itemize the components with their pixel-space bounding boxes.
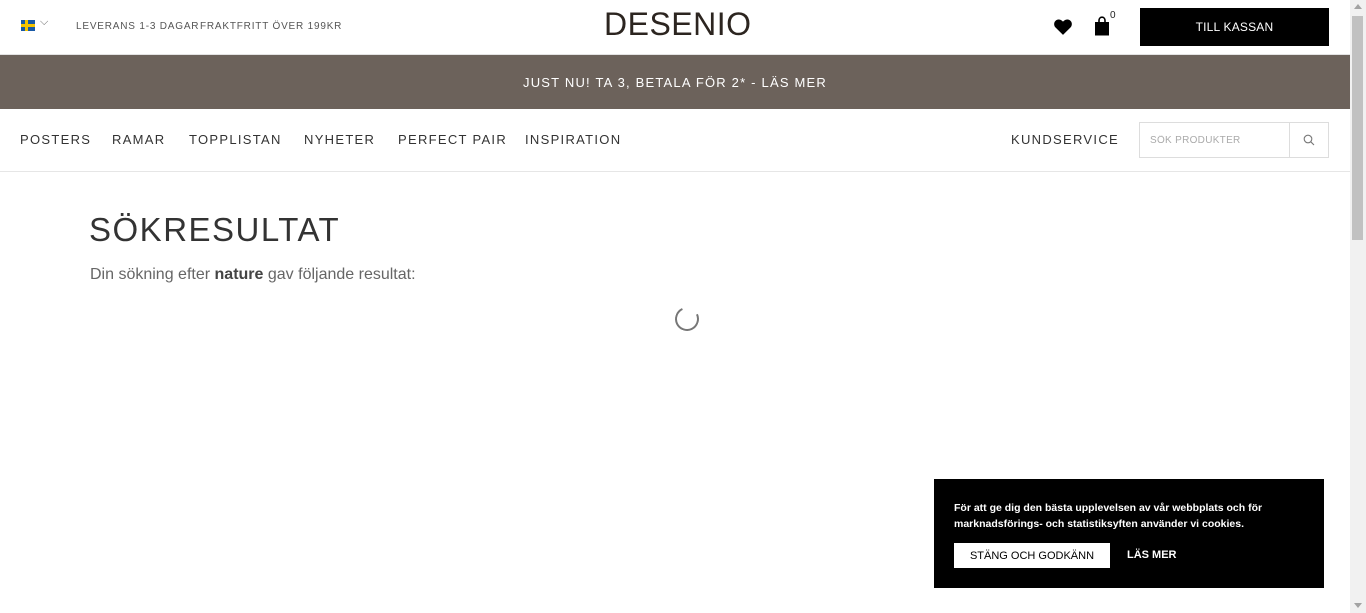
search-button[interactable] — [1290, 123, 1328, 157]
scroll-up-arrow-icon[interactable] — [1354, 4, 1362, 9]
page-title: SÖKRESULTAT — [89, 211, 341, 248]
cookie-read-more-link[interactable]: LÄS MER — [1127, 549, 1177, 561]
loading-spinner-icon — [671, 303, 703, 335]
nav-item-kundservice[interactable]: KUNDSERVICE — [1011, 132, 1119, 147]
main-nav: POSTERS RAMAR TOPPLISTAN NYHETER PERFECT… — [0, 109, 1350, 172]
heart-icon[interactable] — [1053, 17, 1073, 37]
checkout-button[interactable]: TILL KASSAN — [1140, 8, 1329, 46]
nav-item-inspiration[interactable]: INSPIRATION — [525, 132, 621, 147]
search-query: nature — [214, 266, 264, 283]
sweden-flag-icon[interactable] — [21, 20, 35, 31]
cart-count-badge: 0 — [1110, 10, 1116, 21]
search-result-summary: Din sökning efter nature gav följande re… — [90, 266, 416, 284]
cookie-accept-button[interactable]: STÄNG OCH GODKÄNN — [954, 543, 1110, 568]
usp-delivery: LEVERANS 1-3 DAGAR — [76, 21, 200, 32]
search-input[interactable] — [1140, 123, 1290, 157]
result-prefix: Din sökning efter — [90, 266, 211, 283]
scroll-down-arrow-icon[interactable] — [1354, 603, 1362, 608]
nav-item-perfect-pair[interactable]: PERFECT PAIR — [398, 132, 507, 147]
nav-item-posters[interactable]: POSTERS — [20, 132, 91, 147]
scrollbar-thumb[interactable] — [1352, 16, 1363, 240]
nav-item-ramar[interactable]: RAMAR — [112, 132, 165, 147]
chevron-down-icon[interactable]: ⌵ — [40, 15, 48, 29]
search-box — [1139, 122, 1329, 158]
nav-item-nyheter[interactable]: NYHETER — [304, 132, 375, 147]
promo-banner[interactable]: JUST NU! TA 3, BETALA FÖR 2* - LÄS MER — [0, 55, 1350, 109]
nav-item-topplistan[interactable]: TOPPLISTAN — [189, 132, 282, 147]
logo[interactable]: DESENIO — [604, 6, 752, 43]
cookie-banner: För att ge dig den bästa upplevelsen av … — [934, 479, 1324, 588]
result-suffix: gav följande resultat: — [267, 266, 416, 283]
promo-text: JUST NU! TA 3, BETALA FÖR 2* - LÄS MER — [523, 74, 827, 90]
search-icon — [1303, 134, 1315, 146]
top-bar: ⌵ LEVERANS 1-3 DAGAR FRAKTFRITT ÖVER 199… — [0, 0, 1350, 55]
cookie-text: För att ge dig den bästa upplevelsen av … — [954, 502, 1263, 530]
usp-free-shipping: FRAKTFRITT ÖVER 199KR — [200, 21, 343, 32]
shopping-bag-icon[interactable] — [1094, 16, 1110, 36]
